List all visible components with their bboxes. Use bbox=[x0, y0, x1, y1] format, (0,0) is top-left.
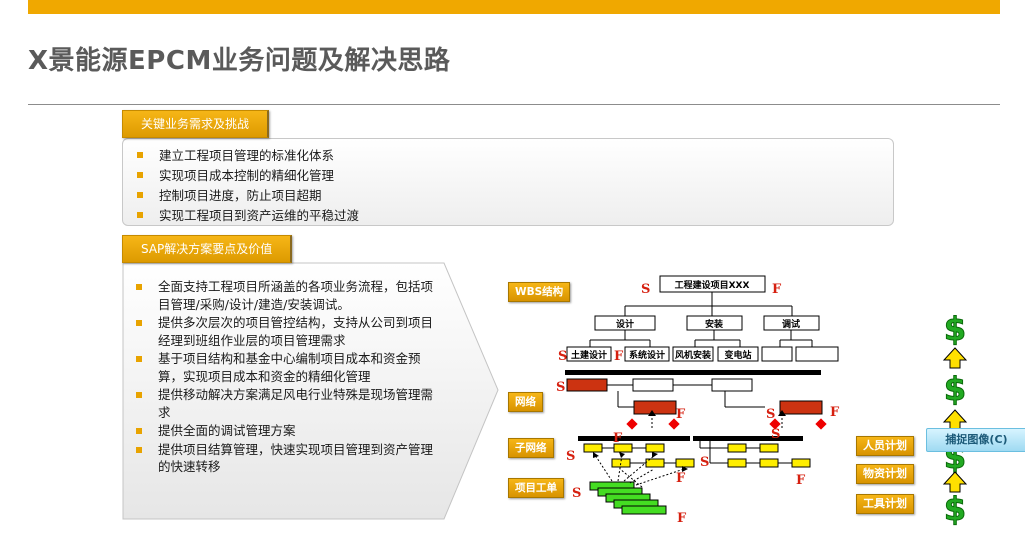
dollar-icon: $ bbox=[944, 370, 966, 408]
requirement-item: 建立工程项目管理的标准化体系 bbox=[137, 146, 359, 166]
wbs-l3-label: 土建设计 bbox=[571, 349, 607, 361]
s-marker: S bbox=[641, 282, 650, 297]
requirements-list: 建立工程项目管理的标准化体系 实现项目成本控制的精细化管理 控制项目进度，防止项… bbox=[137, 146, 359, 226]
solution-item: 提供多次层次的项目管控结构，支持从公司到项目经理到班组作业层的项目管理需求 bbox=[136, 314, 444, 349]
wbs-l3-label: 系统设计 bbox=[629, 349, 665, 361]
solution-tab: SAP解决方案要点及价值 bbox=[122, 235, 293, 263]
f-marker: F bbox=[772, 282, 782, 297]
project-structure-diagram: 工程建设项目XXX S F 设计 安装 调试 土建设计 系统设计 风机安装 变电 bbox=[500, 270, 962, 540]
dollar-icon: $ bbox=[944, 310, 966, 348]
solution-item: 基于项目结构和基金中心编制项目成本和资金预算，实现项目成本和资金的精细化管理 bbox=[136, 350, 444, 385]
svg-text:S: S bbox=[771, 427, 780, 442]
svg-text:S: S bbox=[700, 455, 709, 470]
solution-list: 全面支持工程项目所涵盖的各项业务流程，包括项目管理/采购/设计/建造/安装调试。… bbox=[136, 278, 444, 477]
network-label: 网络 bbox=[508, 392, 543, 412]
svg-text:F: F bbox=[614, 349, 624, 364]
solution-item: 提供项目结算管理，快速实现项目管理到资产管理的快速转移 bbox=[136, 441, 444, 476]
work-order bbox=[621, 505, 667, 515]
solution-item: 全面支持工程项目所涵盖的各项业务流程，包括项目管理/采购/设计/建造/安装调试。 bbox=[136, 278, 444, 313]
requirements-tab: 关键业务需求及挑战 bbox=[122, 110, 270, 138]
wbs-l2-label: 调试 bbox=[782, 318, 800, 330]
svg-text:S: S bbox=[558, 349, 567, 364]
material-plan-label: 物资计划 bbox=[856, 464, 914, 484]
requirements-panel: 建立工程项目管理的标准化体系 实现项目成本控制的精细化管理 控制项目进度，防止项… bbox=[122, 138, 894, 226]
requirement-item: 实现工程项目到资产运维的平稳过渡 bbox=[137, 206, 359, 226]
wbs-l3-label: 变电站 bbox=[724, 349, 751, 361]
up-arrow-icon bbox=[942, 409, 968, 431]
page-title: X景能源EPCM业务问题及解决思路 bbox=[28, 46, 451, 76]
wbs-root-label: 工程建设项目XXX bbox=[675, 279, 750, 291]
top-accent-bar bbox=[28, 0, 1000, 14]
tool-plan-label: 工具计划 bbox=[856, 494, 914, 514]
svg-text:F: F bbox=[676, 471, 686, 486]
svg-text:F: F bbox=[830, 405, 840, 420]
solution-panel: 全面支持工程项目所涵盖的各项业务流程，包括项目管理/采购/设计/建造/安装调试。… bbox=[122, 262, 500, 520]
svg-text:S: S bbox=[556, 380, 565, 395]
svg-text:S: S bbox=[572, 486, 581, 501]
people-plan-label: 人员计划 bbox=[856, 436, 914, 456]
cost-icons: $ $ $ $ bbox=[942, 310, 968, 528]
workorder-label: 项目工单 bbox=[508, 478, 564, 498]
svg-text:F: F bbox=[613, 431, 623, 446]
svg-text:F: F bbox=[796, 473, 806, 488]
subnetwork-label: 子网络 bbox=[508, 438, 554, 458]
requirement-item: 实现项目成本控制的精细化管理 bbox=[137, 166, 359, 186]
dollar-icon: $ bbox=[944, 490, 966, 528]
wbs-l2-label: 设计 bbox=[616, 318, 634, 330]
milestone-marker bbox=[626, 418, 638, 430]
svg-text:F: F bbox=[676, 407, 686, 422]
milestone-marker bbox=[815, 418, 827, 430]
wbs-l3-label: 风机安装 bbox=[675, 349, 712, 361]
requirement-item: 控制项目进度，防止项目超期 bbox=[137, 186, 359, 206]
svg-text:S: S bbox=[566, 449, 575, 464]
title-divider bbox=[28, 104, 1000, 105]
capture-image-button[interactable]: 捕捉图像(C) bbox=[926, 428, 1025, 452]
wbs-l2-label: 安装 bbox=[705, 318, 724, 330]
up-arrow-icon bbox=[942, 347, 968, 369]
svg-text:F: F bbox=[677, 511, 687, 526]
solution-item: 提供移动解决方案满足风电行业特殊是现场管理需求 bbox=[136, 386, 444, 421]
solution-item: 提供全面的调试管理方案 bbox=[136, 422, 444, 440]
wbs-label: WBS结构 bbox=[508, 282, 571, 302]
